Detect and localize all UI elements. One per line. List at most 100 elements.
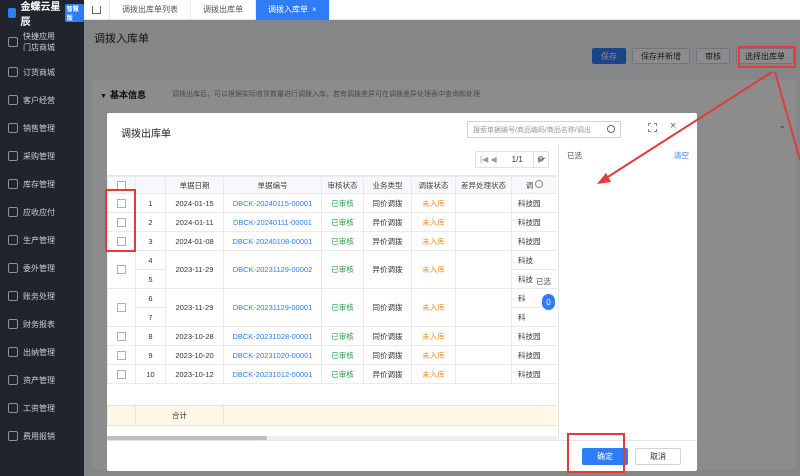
sidebar-item-report[interactable]: 财务报表	[0, 310, 84, 338]
row-status: 未入库	[411, 288, 456, 327]
tab-transfer-out-list[interactable]: 调拨出库单列表	[110, 0, 191, 20]
row-code-link[interactable]: DBCK-20240111-00001	[223, 212, 322, 232]
row-checkbox[interactable]	[117, 331, 126, 341]
sidebar-item-sales[interactable]: 销售管理	[0, 114, 84, 142]
table-row[interactable]: 1 2024-01-15 DBCK-20240115-00001 已审核 同价调…	[107, 193, 557, 213]
sidebar-item-purchase[interactable]: 采购管理	[0, 142, 84, 170]
row-number: 8	[135, 326, 166, 346]
clear-link[interactable]: 清空	[674, 150, 689, 161]
column-header-status[interactable]: 调拨状态	[411, 176, 456, 194]
column-header-date[interactable]: 单据日期	[165, 176, 224, 194]
sidebar-item-outsource[interactable]: 委外管理	[0, 254, 84, 282]
row-warehouse: 科技园	[511, 193, 557, 213]
row-code-link[interactable]: DBCK-20240115-00001	[223, 193, 322, 213]
row-checkbox[interactable]	[117, 303, 126, 313]
money-icon	[8, 207, 18, 217]
search-input[interactable]: 搜索单据编号/商品编码/商品名称/调出	[467, 121, 621, 138]
table-row[interactable]: 8 2023-10-28 DBCK-20231028-00001 已审核 同价调…	[107, 326, 557, 346]
table-row[interactable]: 9 2023-10-20 DBCK-20231020-00001 已审核 同价调…	[107, 345, 557, 365]
selected-side-label[interactable]: 已选	[536, 276, 551, 287]
cart-icon	[8, 67, 18, 77]
row-code-link[interactable]: DBCK-20231012-00001	[223, 364, 322, 384]
row-code-link[interactable]: DBCK-20240108-00001	[223, 231, 322, 251]
row-warehouse: 科	[511, 307, 557, 327]
row-date: 2024-01-15	[165, 193, 224, 213]
sidebar-item-quick-apps[interactable]: 快捷应用 门店商城	[0, 26, 84, 58]
users-icon	[8, 95, 18, 105]
sidebar-item-cash[interactable]: 出纳管理	[0, 338, 84, 366]
tab-transfer-in[interactable]: 调拨入库单 ×	[256, 0, 330, 20]
row-diff	[455, 364, 512, 384]
sidebar-item-label: 销售管理	[23, 123, 55, 133]
refresh-icon[interactable]: ⟳	[533, 151, 549, 168]
sidebar-item-label: 委外管理	[23, 263, 55, 273]
row-number: 2	[135, 212, 166, 232]
column-header-diff[interactable]: 差异处理状态	[455, 176, 512, 194]
sidebar-item-ledger[interactable]: 账务处理	[0, 282, 84, 310]
column-header-code[interactable]: 单据编号	[223, 176, 322, 194]
tab-transfer-out[interactable]: 调拨出库单	[191, 0, 256, 20]
table-row[interactable]: 2 2024-01-11 DBCK-20240111-00001 已审核 异价调…	[107, 212, 557, 232]
row-status: 未入库	[411, 212, 456, 232]
row-code-link[interactable]: DBCK-20231129-00001	[223, 288, 322, 327]
table-row[interactable]: 4 2023-11-29 DBCK-20231129-00002 已审核 异价调…	[107, 250, 557, 289]
app-logo[interactable]: 金蝶云星辰 智慧版	[0, 0, 84, 28]
select-button-highlight	[738, 46, 796, 68]
table-row[interactable]: 3 2024-01-08 DBCK-20240108-00001 已审核 异价调…	[107, 231, 557, 251]
summary-label: 合计	[135, 405, 224, 426]
sidebar-item-asset[interactable]: 资产管理	[0, 366, 84, 394]
sidebar-item-label: 门店商城	[23, 43, 55, 52]
select-outbound-dialog: 调拨出库单 搜索单据编号/商品编码/商品名称/调出 × |◀ ◀ 1/1 ▶ ⟳…	[107, 113, 697, 471]
outbound-table: 单据日期 单据编号 审核状态 业务类型 调拨状态 差异处理状态 调 1 2024…	[107, 175, 557, 440]
sidebar-item-production[interactable]: 生产管理	[0, 226, 84, 254]
sidebar-item-label: 库存管理	[23, 179, 55, 189]
sidebar-item-inventory[interactable]: 库存管理	[0, 170, 84, 198]
row-checkbox[interactable]	[117, 369, 126, 379]
sidebar-item-customer[interactable]: 客户经营	[0, 86, 84, 114]
row-type: 异价调拨	[363, 250, 412, 289]
column-header-more[interactable]: 调	[511, 176, 557, 194]
table-row[interactable]: 6 2023-11-29 DBCK-20231129-00001 已审核 同价调…	[107, 288, 557, 327]
confirm-highlight	[567, 433, 625, 473]
sidebar-item-order-mall[interactable]: 订货商城	[0, 58, 84, 86]
row-type: 异价调拨	[363, 231, 412, 251]
search-icon[interactable]	[607, 125, 615, 133]
sidebar-item-receivable[interactable]: 应收应付	[0, 198, 84, 226]
cash-icon	[8, 347, 18, 357]
sidebar-item-label: 快捷应用	[23, 32, 55, 41]
sidebar-item-expense[interactable]: 费用报销	[0, 422, 84, 450]
prev-page-icon[interactable]: |◀ ◀	[480, 155, 497, 164]
row-date: 2023-11-29	[165, 250, 224, 289]
close-icon[interactable]: ×	[670, 120, 676, 132]
row-select-cell[interactable]	[107, 345, 136, 365]
row-type: 异价调拨	[363, 212, 412, 232]
row-select-cell[interactable]	[107, 364, 136, 384]
row-select-cell[interactable]	[107, 288, 136, 327]
selected-count-badge[interactable]: 0	[542, 294, 555, 310]
column-header-label: 调	[525, 180, 534, 190]
sidebar-item-label: 生产管理	[23, 235, 55, 245]
sidebar-item-label: 采购管理	[23, 151, 55, 161]
column-header-type[interactable]: 业务类型	[363, 176, 412, 194]
sidebar-item-salary[interactable]: 工资管理	[0, 394, 84, 422]
table-row[interactable]: 10 2023-10-12 DBCK-20231012-00001 已审核 异价…	[107, 364, 557, 384]
row-code-link[interactable]: DBCK-20231020-00001	[223, 345, 322, 365]
row-select-cell[interactable]	[107, 250, 136, 289]
close-icon[interactable]: ×	[312, 5, 317, 14]
sidebar-item-label: 资产管理	[23, 375, 55, 385]
sidebar-item-label: 工资管理	[23, 403, 55, 413]
row-code-link[interactable]: DBCK-20231028-00001	[223, 326, 322, 346]
row-audit-status: 已审核	[321, 364, 364, 384]
column-settings-icon[interactable]	[535, 179, 544, 188]
cancel-button[interactable]: 取消	[635, 448, 681, 465]
maximize-icon[interactable]	[648, 123, 657, 132]
home-button[interactable]	[84, 0, 110, 20]
row-code-link[interactable]: DBCK-20231129-00002	[223, 250, 322, 289]
row-checkbox[interactable]	[117, 350, 126, 360]
column-header-audit[interactable]: 审核状态	[321, 176, 364, 194]
row-diff	[455, 288, 512, 327]
row-select-cell[interactable]	[107, 326, 136, 346]
row-checkbox[interactable]	[117, 265, 126, 275]
tab-bar: 调拨出库单列表 调拨出库单 调拨入库单 ×	[84, 0, 800, 20]
sidebar-item-label: 订货商城	[23, 67, 55, 77]
